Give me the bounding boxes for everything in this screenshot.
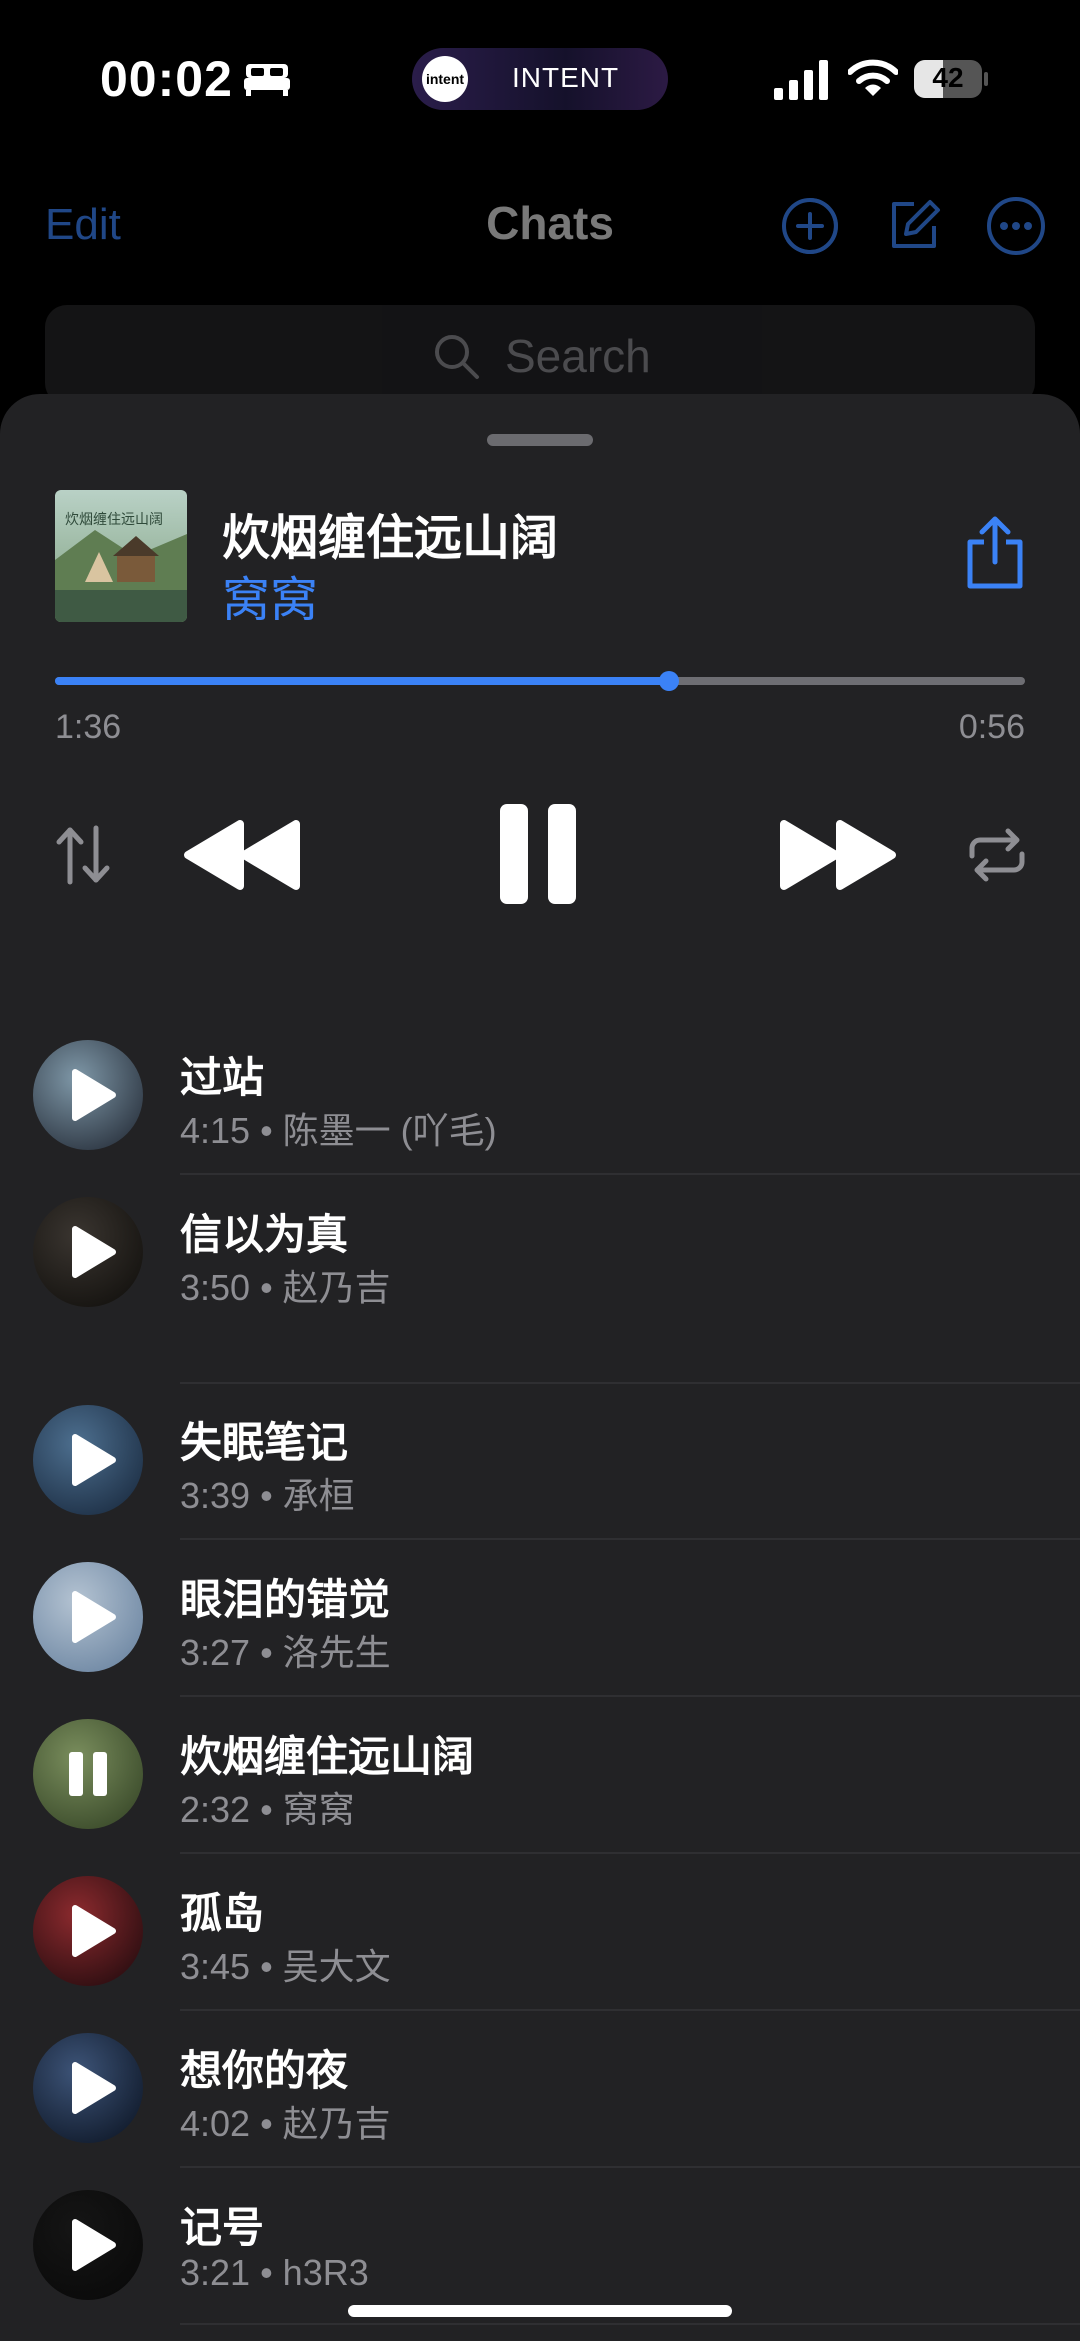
track-title: 过站 bbox=[180, 1054, 265, 1101]
search-input[interactable]: Search bbox=[45, 305, 1035, 405]
compose-icon[interactable] bbox=[884, 196, 944, 256]
add-circle-icon[interactable] bbox=[780, 196, 840, 256]
track-artwork[interactable] bbox=[33, 1719, 143, 1829]
rewind-button[interactable] bbox=[180, 818, 304, 892]
sort-order-icon[interactable] bbox=[54, 824, 112, 886]
track-artwork[interactable] bbox=[33, 1876, 143, 1986]
status-time: 00:02 bbox=[100, 51, 233, 107]
play-icon[interactable] bbox=[33, 1040, 143, 1150]
track-meta: 4:15 • 陈墨一 (吖毛) bbox=[180, 1110, 497, 1151]
now-playing-title: 炊烟缠住远山阔 bbox=[222, 512, 559, 565]
track-row[interactable]: 记号 3:21 • h3R3 bbox=[0, 2168, 1080, 2325]
progress-fill bbox=[55, 677, 669, 685]
search-icon bbox=[435, 335, 479, 379]
pause-button[interactable] bbox=[498, 802, 578, 906]
track-meta: 3:45 • 吴大文 bbox=[180, 1946, 391, 1987]
island-app-name: INTENT bbox=[512, 62, 620, 93]
track-artwork[interactable] bbox=[33, 1040, 143, 1150]
share-icon[interactable] bbox=[962, 514, 1028, 590]
track-title: 想你的夜 bbox=[180, 2047, 349, 2094]
play-icon[interactable] bbox=[33, 1405, 143, 1515]
track-artwork[interactable] bbox=[33, 2190, 143, 2300]
play-icon[interactable] bbox=[33, 2033, 143, 2143]
progress-knob[interactable] bbox=[659, 671, 679, 691]
intent-logo: intent bbox=[422, 56, 468, 102]
track-meta: 3:27 • 洛先生 bbox=[180, 1632, 391, 1673]
now-playing-artist[interactable]: 窝窝 bbox=[222, 560, 318, 630]
divider bbox=[180, 2323, 1080, 2325]
home-indicator[interactable] bbox=[348, 2305, 732, 2317]
elapsed-time: 1:36 bbox=[55, 708, 122, 746]
track-title: 失眠笔记 bbox=[180, 1419, 349, 1466]
track-title: 眼泪的错觉 bbox=[180, 1576, 391, 1623]
battery-percent: 42 bbox=[932, 62, 964, 93]
fast-forward-button[interactable] bbox=[776, 818, 900, 892]
track-row[interactable]: 眼泪的错觉 3:27 • 洛先生 bbox=[0, 1540, 1080, 1697]
track-meta: 4:02 • 赵乃吉 bbox=[180, 2103, 391, 2144]
track-title: 记号 bbox=[180, 2204, 265, 2251]
chats-header: Edit Chats bbox=[0, 180, 1080, 280]
remaining-time: 0:56 bbox=[958, 708, 1025, 746]
track-artwork[interactable] bbox=[33, 1562, 143, 1672]
track-row[interactable]: 失眠笔记 3:39 • 承桓 bbox=[0, 1383, 1080, 1540]
play-icon[interactable] bbox=[33, 1876, 143, 1986]
play-icon[interactable] bbox=[33, 1562, 143, 1672]
cellular-signal-icon bbox=[774, 60, 828, 100]
play-icon[interactable] bbox=[33, 1197, 143, 1307]
track-artwork[interactable] bbox=[33, 1197, 143, 1307]
pause-icon[interactable] bbox=[33, 1719, 143, 1829]
track-title: 孤岛 bbox=[180, 1890, 265, 1937]
track-artwork[interactable] bbox=[33, 1405, 143, 1515]
bed-icon bbox=[244, 64, 290, 96]
play-icon[interactable] bbox=[33, 2190, 143, 2300]
track-title: 信以为真 bbox=[180, 1211, 349, 1258]
repeat-icon[interactable] bbox=[964, 826, 1030, 884]
track-title: 炊烟缠住远山阔 bbox=[180, 1733, 475, 1780]
track-row[interactable]: 孤岛 3:45 • 吴大文 bbox=[0, 1854, 1080, 2011]
track-meta: 3:21 • h3R3 bbox=[180, 2252, 369, 2293]
dynamic-island[interactable]: intent INTENT bbox=[412, 48, 668, 110]
track-artwork[interactable] bbox=[33, 2033, 143, 2143]
track-row[interactable]: 过站 4:15 • 陈墨一 (吖毛) bbox=[0, 1018, 1080, 1175]
track-row[interactable]: 信以为真 3:50 • 赵乃吉 bbox=[0, 1175, 1080, 1384]
track-meta: 2:32 • 窝窝 bbox=[180, 1789, 355, 1830]
track-meta: 3:50 • 赵乃吉 bbox=[180, 1267, 391, 1308]
status-bar: 00:02 intent INTENT 42 bbox=[0, 0, 1080, 160]
track-meta: 3:39 • 承桓 bbox=[180, 1475, 355, 1516]
svg-text:炊烟缠住远山阔: 炊烟缠住远山阔 bbox=[65, 511, 163, 528]
search-placeholder: Search bbox=[505, 330, 651, 382]
album-cover: 炊烟缠住远山阔 bbox=[55, 490, 187, 622]
wifi-icon bbox=[848, 59, 898, 96]
more-options-icon[interactable] bbox=[986, 196, 1046, 256]
track-row[interactable]: 想你的夜 4:02 • 赵乃吉 bbox=[0, 2011, 1080, 2168]
track-row[interactable]: 炊烟缠住远山阔 2:32 • 窝窝 bbox=[0, 1697, 1080, 1854]
music-player-sheet: 炊烟缠住远山阔 炊烟缠住远山阔 窝窝 1:36 0:56 过站 4:15 • 陈墨… bbox=[0, 394, 1080, 2341]
playback-progress-slider[interactable] bbox=[55, 671, 1025, 691]
battery-indicator: 42 bbox=[914, 60, 988, 98]
sheet-grabber[interactable] bbox=[487, 434, 593, 446]
